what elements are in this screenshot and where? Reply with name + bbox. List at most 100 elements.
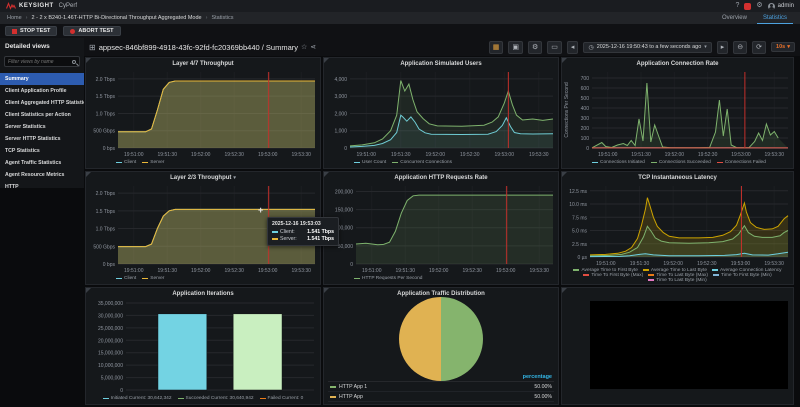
http-requests-legend: HTTP Requests Per Second [324,274,558,283]
panel-title[interactable]: Application Connection Rate [562,58,793,69]
time-range-picker[interactable]: ◷ 2025-12-16 19:50:43 to a few seconds a… [583,42,711,53]
gear-icon[interactable]: ⚙ [754,2,764,10]
sidebar-item-agent-resource-metrics[interactable]: Agent Resource Metrics [0,169,84,181]
sidebar-item-summary[interactable]: Summary [0,73,84,85]
svg-text:5,000,000: 5,000,000 [101,376,123,382]
star-icon[interactable]: ☆ [301,43,307,51]
detailed-views-sidebar: Detailed views SummaryClient Application… [0,38,84,188]
sidebar-item-http[interactable]: HTTP [0,181,84,193]
sidebar-item-tcp-statistics[interactable]: TCP Statistics [0,145,84,157]
legend-item[interactable]: Time To Last Byte (Min) [648,278,706,283]
chevron-down-icon: ▾ [704,44,707,50]
panel-info-corner[interactable] [562,172,567,177]
panels-icon[interactable]: ▦ [489,41,504,54]
http-requests-rate-chart: 19:51:0019:51:3019:52:0019:52:3019:53:00… [324,183,558,274]
abort-test-button[interactable]: ABORT TEST [63,26,120,36]
tcp-latency-legend: Average Time to First ByteAverage Time t… [562,267,793,283]
legend-item[interactable]: Succeeded Current: 30,640,942 [178,396,254,401]
legend-item[interactable]: Server [142,160,164,165]
legend-item[interactable]: Server [142,276,164,281]
sidebar-item-agent-traffic-statistics[interactable]: Agent Traffic Statistics [0,157,84,169]
filter-views-input[interactable] [8,59,70,65]
empty-black-panel [590,301,788,389]
refresh-interval-dropdown[interactable]: 10s ▾ [771,42,795,52]
panel-application-iterations: Application Iterations 05,000,00010,000,… [85,287,321,405]
panel-title[interactable]: Layer 2/3 Throughput▾ [86,172,320,183]
legend-item[interactable]: Client [116,276,136,281]
legend-item[interactable]: Connections Succeeded [651,160,711,165]
user-avatar-icon[interactable] [768,3,775,10]
panel-info-corner[interactable] [562,288,567,293]
panel-traffic-distribution: Application Traffic Distribution percent… [323,287,559,405]
svg-text:2.0 Tbps: 2.0 Tbps [96,191,116,197]
svg-text:1.5 Tbps: 1.5 Tbps [96,209,116,215]
svg-text:700: 700 [581,76,590,82]
panel-info-corner[interactable] [86,58,91,63]
svg-text:500: 500 [581,96,590,102]
graph-tooltip: 2025-12-16 19:53:03 Client:1.541 TbpsSer… [267,217,339,246]
panel-title[interactable]: TCP Instantaneous Latency [562,172,793,183]
panel-title[interactable]: Application Simulated Users [324,58,558,69]
legend-item[interactable]: HTTP Requests Per Second [354,276,422,281]
panel-title[interactable]: Application Iterations [86,288,320,299]
panel-empty [561,287,794,405]
refresh-icon[interactable]: ⟳ [752,41,766,54]
panel-info-corner[interactable] [324,172,329,177]
help-icon[interactable]: ? [733,2,741,10]
legend-item[interactable]: Connections Initiated [592,160,645,165]
simulated-users-legend: User Count Concurrent Connections [324,158,558,167]
dashboard-settings-icon[interactable]: ⚙ [528,41,542,54]
legend-item[interactable]: Initiated Current: 30,642,342 [103,396,172,401]
legend-item[interactable]: Client [116,160,136,165]
svg-text:30,000,000: 30,000,000 [98,313,123,319]
panel-info-corner[interactable] [86,172,91,177]
panel-info-corner[interactable] [324,288,329,293]
panel-info-corner[interactable] [324,58,329,63]
legend-item[interactable]: Time To First Byte (Max) [583,273,643,278]
tab-statistics[interactable]: Statistics [757,13,793,24]
svg-text:0: 0 [350,262,353,268]
panel-title[interactable]: Application HTTP Requests Rate [324,172,558,183]
panel-http-requests-rate: Application HTTP Requests Rate 19:51:001… [323,171,559,285]
time-back-button[interactable]: ◂ [567,41,579,54]
legend-item[interactable]: Failed Current: 0 [260,396,304,401]
stop-test-button[interactable]: STOP TEST [5,26,57,36]
time-forward-button[interactable]: ▸ [717,41,729,54]
connection-rate-chart: Connections Per Second19:51:0019:51:3019… [562,69,793,158]
iterations-legend: Initiated Current: 30,642,342 Succeeded C… [86,394,320,403]
sidebar-item-client-statistics-per-action[interactable]: Client Statistics per Action [0,109,84,121]
sidebar-item-client-aggregated-http-statistics[interactable]: Client Aggregated HTTP Statistics [0,97,84,109]
save-dashboard-icon[interactable]: ▣ [508,41,523,54]
svg-text:2,000: 2,000 [334,111,347,117]
legend-item[interactable]: Concurrent Connections [392,160,452,165]
legend-item[interactable]: Connections Failed [717,160,766,165]
iterations-bar-chart: 05,000,00010,000,00015,000,00020,000,000… [86,299,320,394]
panel-title[interactable] [562,288,793,299]
sidebar-item-server-http-statistics[interactable]: Server HTTP Statistics [0,133,84,145]
panel-info-corner[interactable] [86,288,91,293]
breadcrumb-test-name[interactable]: 2 - 2 x B240-1.46T-HTTP Bi-Directional T… [32,15,202,21]
pie-legend-header[interactable]: percentage [328,373,554,382]
tv-mode-icon[interactable]: ▭ [547,41,562,54]
svg-text:1.0 Tbps: 1.0 Tbps [96,227,116,233]
filter-box[interactable] [4,56,80,67]
sidebar-title: Detailed views [0,38,84,56]
panel-layer-23-throughput: Layer 2/3 Throughput▾ 19:51:0019:51:3019… [85,171,321,285]
zoom-out-icon[interactable]: ⊖ [733,41,747,54]
legend-item[interactable]: Time To First Byte (Min) [713,273,772,278]
panel-title[interactable]: Layer 4/7 Throughput [86,58,320,69]
username[interactable]: admin [778,3,794,9]
svg-text:100: 100 [581,136,590,142]
brand-name: KEYSIGHT [19,3,54,9]
panel-info-corner[interactable] [562,58,567,63]
breadcrumb-home[interactable]: Home [7,15,22,21]
dashboard-grid-icon[interactable]: ⊞ [89,43,96,52]
alarm-icon[interactable] [744,3,751,10]
sidebar-item-server-statistics[interactable]: Server Statistics [0,121,84,133]
sidebar-item-client-application-profile[interactable]: Client Application Profile [0,85,84,97]
tab-overview[interactable]: Overview [716,13,753,23]
stop-icon [12,29,17,34]
svg-text:10,000,000: 10,000,000 [98,363,123,369]
legend-item[interactable]: User Count [354,160,386,165]
share-icon[interactable]: ⋖ [310,43,316,51]
